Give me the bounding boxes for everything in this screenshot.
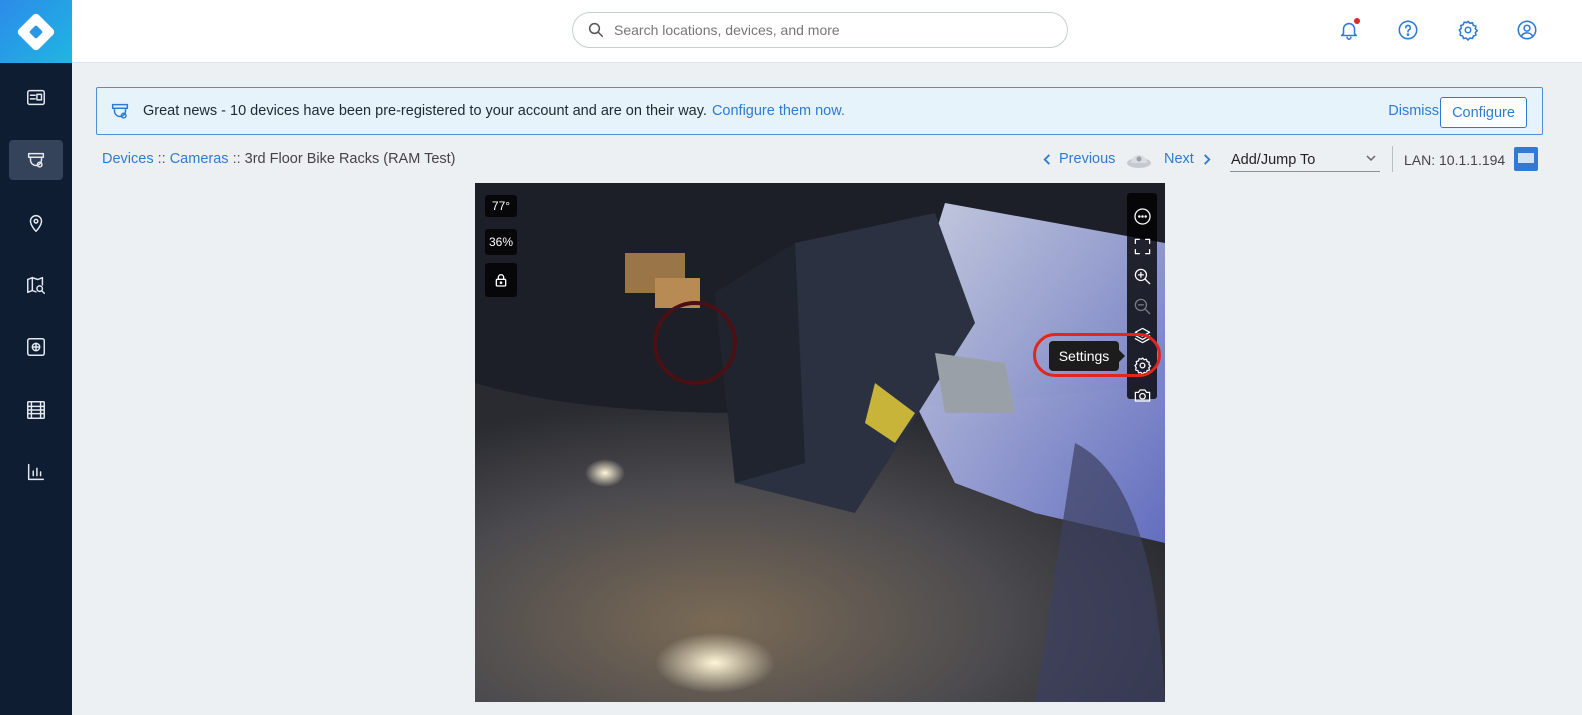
film-icon [27, 401, 45, 419]
app-logo[interactable] [0, 0, 72, 63]
ethernet-icon [1514, 147, 1538, 171]
zoom-in-icon [1134, 268, 1150, 284]
humidity-value: 36% [488, 235, 514, 249]
more-icon [1133, 207, 1151, 225]
device-icon [109, 100, 131, 122]
search-icon [588, 22, 604, 38]
camera-snapshot-icon [1134, 388, 1150, 402]
location-pin-icon [29, 215, 43, 232]
previous-button[interactable]: Previous [1042, 151, 1115, 167]
notification-dot [1354, 18, 1360, 24]
help-icon [1398, 20, 1418, 40]
dashboard-icon [27, 89, 45, 106]
camera-image [475, 183, 1165, 702]
notifications-button[interactable] [1336, 17, 1362, 43]
top-header [72, 0, 1582, 63]
divider [1392, 146, 1393, 172]
preregistered-banner: Great news - 10 devices have been pre-re… [96, 87, 1543, 135]
previous-label: Previous [1059, 151, 1116, 167]
temperature-badge: 77° [485, 195, 517, 217]
sidebar [0, 0, 72, 715]
layers-icon [1134, 327, 1150, 343]
nav-maps[interactable] [9, 265, 63, 305]
nav-analytics[interactable] [9, 452, 63, 492]
search-input[interactable] [614, 22, 1044, 38]
humidity-badge: 36% [485, 229, 517, 255]
video-settings-button[interactable] [1132, 355, 1152, 375]
chevron-left-icon [1043, 153, 1050, 165]
breadcrumb-separator: :: [157, 151, 166, 167]
zoom-in-button[interactable] [1132, 266, 1152, 286]
analytics-icon [27, 463, 45, 481]
video-toolbar [1127, 193, 1157, 402]
lock-icon [495, 274, 507, 287]
breadcrumb-cameras[interactable]: Cameras [170, 151, 229, 167]
settings-tooltip: Settings [1049, 341, 1125, 371]
breadcrumb-separator: :: [232, 151, 241, 167]
camera-video-feed[interactable]: 77° 36% Settings [475, 183, 1165, 702]
fullscreen-icon [1134, 238, 1150, 254]
breadcrumb: Devices :: Cameras :: 3rd Floor Bike Rac… [102, 151, 456, 167]
dismiss-link[interactable]: Dismiss [1388, 103, 1439, 119]
nav-video[interactable] [9, 390, 63, 430]
configure-link[interactable]: Configure them now. [712, 103, 845, 119]
devices-icon [27, 152, 45, 168]
settings-gear-icon [1133, 356, 1151, 375]
user-icon [1517, 20, 1537, 40]
next-button[interactable]: Next [1164, 151, 1212, 167]
nav-dashboard[interactable] [9, 78, 63, 118]
lock-button[interactable] [485, 263, 517, 297]
temperature-value: 77° [491, 199, 511, 213]
fullscreen-button[interactable] [1132, 236, 1152, 256]
logo-icon [16, 11, 56, 52]
map-search-icon [27, 276, 45, 294]
more-options-button[interactable] [1132, 206, 1152, 226]
layers-button[interactable] [1132, 325, 1152, 345]
snapshot-button[interactable] [1132, 385, 1152, 405]
chevron-right-icon [1203, 153, 1211, 165]
breadcrumb-current: 3rd Floor Bike Racks (RAM Test) [244, 151, 456, 167]
nav-devices[interactable] [9, 140, 63, 180]
chevron-down-icon [1366, 155, 1376, 162]
configure-button[interactable]: Configure [1440, 97, 1527, 128]
lan-address: LAN: 10.1.1.194 [1404, 152, 1506, 168]
zoom-out-icon [1134, 298, 1150, 314]
account-button[interactable] [1514, 17, 1540, 43]
add-jump-label: Add/Jump To [1231, 152, 1316, 168]
nav-locations[interactable] [9, 203, 63, 243]
zoom-out-button[interactable] [1132, 296, 1152, 316]
breadcrumb-devices[interactable]: Devices [102, 151, 154, 167]
photo-frame-icon [27, 338, 45, 356]
search-bar[interactable] [572, 12, 1068, 48]
banner-message: Great news - 10 devices have been pre-re… [143, 103, 707, 119]
add-jump-select[interactable]: Add/Jump To [1230, 150, 1380, 172]
settings-button[interactable] [1455, 17, 1481, 43]
gear-icon [1458, 20, 1479, 41]
next-label: Next [1164, 151, 1194, 167]
nav-frames[interactable] [9, 327, 63, 367]
camera-thumbnail-icon [1126, 149, 1152, 169]
help-button[interactable] [1395, 17, 1421, 43]
